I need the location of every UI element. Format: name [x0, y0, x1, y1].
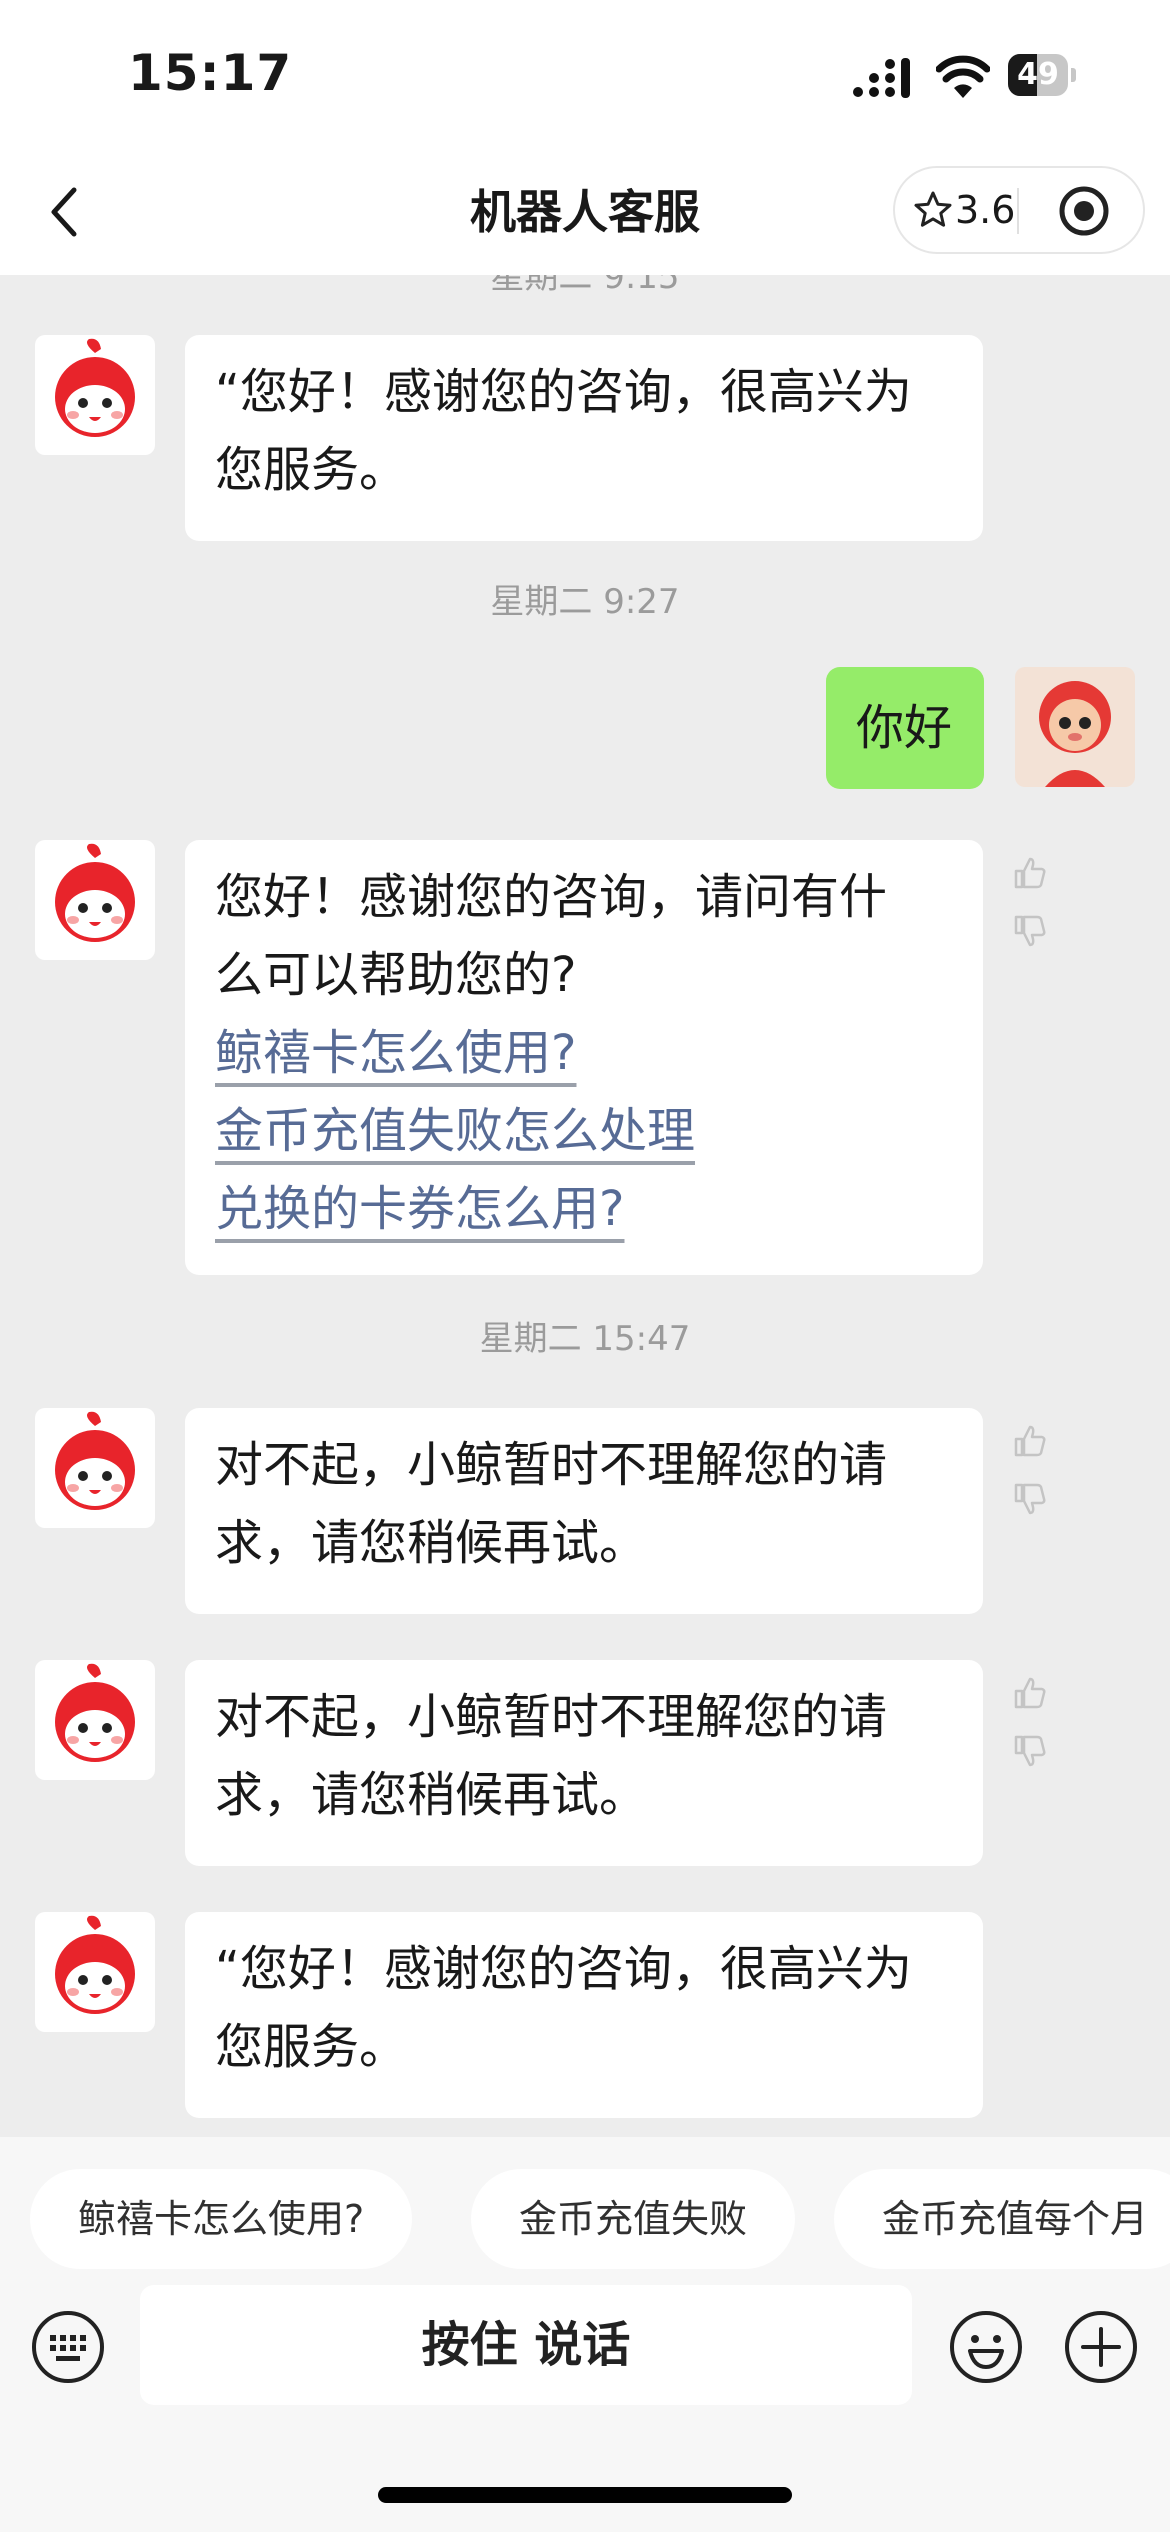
bot-avatar[interactable]	[35, 840, 155, 960]
quick-reply-chip[interactable]: 鲸禧卡怎么使用?	[30, 2169, 413, 2269]
home-indicator[interactable]	[378, 2487, 792, 2503]
quick-reply-chip[interactable]: 金币充值每个月	[834, 2169, 1170, 2269]
status-bar: 15:17 49	[0, 0, 1170, 150]
bot-avatar[interactable]	[35, 1408, 155, 1528]
thumbs-down-icon[interactable]	[1012, 1733, 1048, 1769]
keyboard-icon[interactable]	[30, 2309, 106, 2385]
bot-avatar-image	[55, 1411, 135, 1510]
bot-avatar-image	[55, 843, 135, 942]
thumbs-down-icon[interactable]	[1012, 913, 1048, 949]
faq-link[interactable]: 鲸禧卡怎么使用?	[215, 1014, 576, 1092]
battery-level-text: 49	[1017, 57, 1059, 92]
capsule-divider	[1017, 188, 1019, 234]
quick-reply-chip[interactable]: 金币充值失败	[471, 2169, 796, 2269]
bot-avatar[interactable]	[35, 335, 155, 455]
emoji-icon[interactable]	[948, 2309, 1024, 2385]
wifi-icon	[936, 55, 990, 98]
bot-message-text: 您好！感谢您的咨询，请问有什 么可以帮助您的?	[215, 869, 888, 1003]
bot-avatar[interactable]	[35, 1660, 155, 1780]
thumbs-down-icon[interactable]	[1012, 1481, 1048, 1517]
bot-message: 对不起，小鲸暂时不理解您的请 求，请您稍候再试。	[185, 1408, 983, 1614]
bot-message: 您好！感谢您的咨询，请问有什 么可以帮助您的? 鲸禧卡怎么使用? 金币充值失败怎…	[185, 840, 983, 1275]
user-avatar[interactable]	[1015, 667, 1135, 787]
timestamp: 星期二 15:47	[479, 1319, 691, 1359]
bot-avatar-image	[55, 1915, 135, 2014]
hold-to-talk-button[interactable]: 按住 说话	[140, 2285, 912, 2405]
bot-message: 对不起，小鲸暂时不理解您的请 求，请您稍候再试。	[185, 1660, 983, 1866]
rating-value[interactable]: 3.6	[955, 186, 1015, 234]
status-time: 15:17	[128, 44, 293, 102]
bot-avatar-image	[55, 338, 135, 437]
user-avatar-image	[1039, 681, 1111, 787]
faq-link[interactable]: 兑换的卡券怎么用?	[215, 1170, 624, 1248]
cellular-signal-icon	[853, 58, 910, 98]
thumbs-up-icon[interactable]	[1012, 1675, 1048, 1711]
mini-program-capsule: 3.6	[893, 166, 1145, 254]
record-target-icon[interactable]	[1057, 184, 1111, 238]
timestamp: 星期二 9:27	[490, 582, 680, 622]
my-message: 你好	[826, 667, 984, 789]
nav-bar: 机器人客服 3.6	[0, 150, 1170, 275]
battery-indicator: 49	[1008, 54, 1078, 98]
timestamp: 星期二 9:15	[490, 275, 680, 297]
thumbs-up-icon[interactable]	[1012, 1423, 1048, 1459]
bot-avatar-image	[55, 1663, 135, 1762]
star-icon[interactable]	[913, 190, 953, 230]
bot-message: “您好！感谢您的咨询，很高兴为 您服务。	[185, 335, 983, 541]
quick-replies: 鲸禧卡怎么使用? 金币充值失败 金币充值每个月	[0, 2137, 1170, 2277]
faq-link[interactable]: 金币充值失败怎么处理	[215, 1092, 695, 1170]
thumbs-up-icon[interactable]	[1012, 855, 1048, 891]
plus-icon[interactable]	[1063, 2309, 1139, 2385]
bot-avatar[interactable]	[35, 1912, 155, 2032]
chat-area[interactable]: 星期二 9:15 “您好！感谢您的咨询，很高兴为 您服务。 星期二 9:27 你…	[0, 275, 1170, 2137]
bot-message: “您好！感谢您的咨询，很高兴为 您服务。	[185, 1912, 983, 2118]
